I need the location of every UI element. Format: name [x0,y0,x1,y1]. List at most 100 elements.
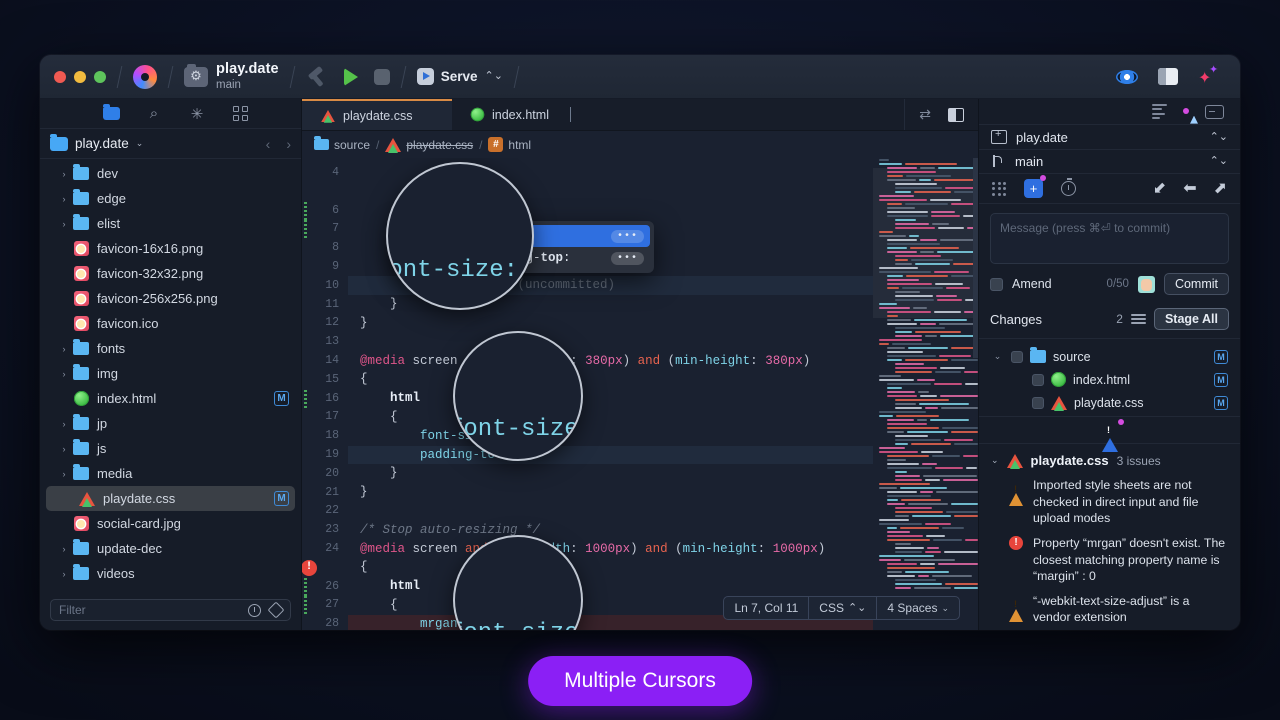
tree-item[interactable]: › img [40,361,301,386]
more-options-icon[interactable]: ••• [610,251,644,265]
close-button[interactable] [54,70,66,83]
code-line[interactable]: { [348,370,873,389]
chevron-down-icon[interactable]: ⌄ [136,138,144,149]
breadcrumb-item[interactable]: source [314,135,370,152]
tree-item[interactable]: playdate.css M [46,486,295,511]
amend-checkbox[interactable] [990,277,1003,291]
code-line[interactable]: @media screen and (min-width: 380px) and… [348,352,873,371]
repository-selector[interactable]: play.date ⌃⌄ [979,125,1240,150]
disclosure-arrow-icon[interactable]: › [56,544,72,554]
chevron-down-icon[interactable]: ⌄ [991,455,999,466]
stage-all-button[interactable]: Stage All [1153,308,1229,331]
hammer-icon[interactable] [306,66,328,88]
tree-item[interactable]: › elist [40,211,301,236]
issue-item[interactable]: Imported style sheets are not checked in… [979,473,1240,531]
commit-message-input[interactable]: Message (press ⌘⏎ to commit) [990,213,1229,265]
nav-forward-button[interactable]: › [286,136,291,152]
play-icon[interactable] [343,67,358,86]
warning-filter-icon[interactable] [1101,419,1124,453]
tree-item[interactable]: favicon-256x256.png [40,286,301,311]
minimap-scrollbar[interactable] [973,158,978,358]
issues-filter-strip[interactable] [979,416,1240,453]
new-branch-icon[interactable]: + [1024,175,1046,199]
terminal-icon[interactable] [1205,104,1224,119]
push-icon[interactable]: ⬈ [1214,180,1227,197]
code-line[interactable] [348,333,873,352]
disclosure-arrow-icon[interactable]: › [56,169,72,179]
tree-item[interactable]: › dev [40,161,301,186]
filter-input[interactable]: Filter [50,599,291,621]
issue-item[interactable]: ! Property “mrgan” doesn't exist. The clo… [979,531,1240,589]
code-line[interactable]: html [348,389,873,408]
disclosure-arrow-icon[interactable]: › [56,369,72,379]
diamond-icon[interactable] [267,601,285,618]
grid-icon[interactable] [231,105,249,123]
code-line[interactable]: html [348,577,873,596]
code-line[interactable]: padding-to [348,445,873,465]
filter-settings-icon[interactable] [1130,313,1146,325]
sidebar-header[interactable]: play.date ⌄ ‹ › [40,129,301,159]
tree-item[interactable]: favicon.ico [40,311,301,336]
zoom-button[interactable] [94,70,106,83]
disclosure-arrow-icon[interactable]: › [56,419,72,429]
history-icon[interactable] [1061,178,1076,197]
stage-checkbox[interactable] [1011,350,1023,363]
stop-icon[interactable] [373,68,390,85]
tree-item[interactable]: › update-dec [40,536,301,561]
tree-item[interactable]: › edge [40,186,301,211]
code-line[interactable]: @media screen and (min-width: 1000px) an… [348,540,873,559]
split-editor-icon[interactable] [948,107,964,122]
code-line[interactable]: } [348,464,873,483]
eye-icon[interactable] [1116,69,1138,84]
commit-button[interactable]: Commit [1163,273,1229,296]
editor-tab[interactable]: index.html [452,99,602,130]
tree-item[interactable]: social-card.jpg [40,511,301,536]
tree-item[interactable]: index.html M [40,386,301,411]
disclosure-arrow-icon[interactable]: ⌄ [991,351,1004,362]
breadcrumb-item[interactable]: playdate.css [385,137,473,153]
stage-checkbox[interactable] [1032,373,1044,386]
code-editor[interactable]: 4 6 7 8 9 10 11 12 13 14 15 16 17 18 19 20 21 22 23 24! 26 27… [302,158,978,630]
stage-checkbox[interactable] [1032,396,1044,409]
more-options-icon[interactable]: ••• [610,229,644,243]
indent-selector[interactable]: 4 Spaces ⌄ [877,601,959,615]
disclosure-arrow-icon[interactable]: › [56,469,72,479]
disclosure-arrow-icon[interactable]: › [56,219,72,229]
code-line[interactable]: } [348,314,873,333]
tree-item[interactable]: › fonts [40,336,301,361]
tree-item[interactable]: › videos [40,561,301,586]
code-line[interactable]: font-size: 2vmin; [348,427,873,446]
change-item[interactable]: playdate.css M [979,391,1240,414]
code-line[interactable]: { [348,558,873,577]
swap-icon[interactable]: ⇄ [919,106,931,123]
folder-icon[interactable] [102,104,120,123]
sparkle-icon[interactable]: ✦ ✦ [1198,64,1220,87]
tree-item[interactable]: › jp [40,411,301,436]
code-line[interactable]: } [348,483,873,502]
breadcrumb-item[interactable]: # html [488,137,531,152]
tree-item[interactable]: › js [40,436,301,461]
branch-selector[interactable]: main ⌃⌄ [979,150,1240,175]
code-minimap[interactable] [873,158,978,630]
disclosure-arrow-icon[interactable]: › [56,344,72,354]
clock-icon[interactable] [248,603,261,617]
lines-icon[interactable] [1152,103,1167,120]
language-selector[interactable]: CSS ⌃⌄ [809,601,876,615]
tree-item[interactable]: favicon-32x32.png [40,261,301,286]
nav-back-button[interactable]: ‹ [266,136,271,152]
disclosure-arrow-icon[interactable]: › [56,194,72,204]
project-chip[interactable]: play.date main [184,62,279,91]
panel-toggle-icon[interactable] [1158,68,1178,85]
editor-tab[interactable]: playdate.css [302,99,452,130]
disclosure-arrow-icon[interactable]: › [56,569,72,579]
minimize-button[interactable] [74,70,86,83]
stash-icon[interactable] [992,181,1006,196]
scheme-selector[interactable]: Serve ⌃⌄ [416,68,503,85]
error-icon[interactable]: ! [302,559,317,576]
tree-item[interactable]: >_test.sh [40,586,301,590]
pull-icon[interactable]: ⬅ [1183,180,1196,197]
issue-item[interactable]: “-webkit-text-size-adjust” is a vendor e… [979,589,1240,630]
tree-item[interactable]: › media [40,461,301,486]
asterisk-icon[interactable]: ✳ [188,105,206,123]
code-line[interactable] [348,502,873,521]
